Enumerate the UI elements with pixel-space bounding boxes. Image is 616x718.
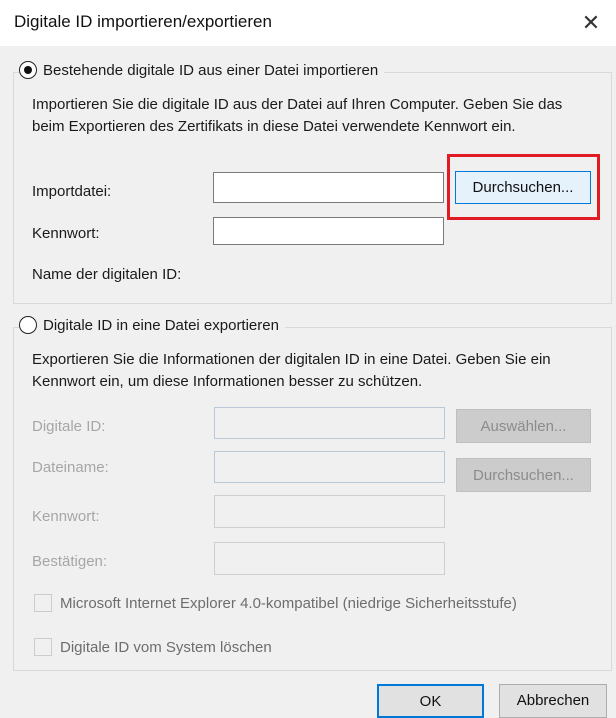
export-radio-option[interactable]: Digitale ID in eine Datei exportieren [19,316,285,334]
import-export-dialog: Digitale ID importieren/exportieren ✕ Be… [0,0,616,718]
import-radio-option[interactable]: Bestehende digitale ID aus einer Datei i… [19,61,385,79]
radio-selected-dot [24,66,32,74]
password-input[interactable] [213,217,444,245]
ie-compat-option: Microsoft Internet Explorer 4.0-kompatib… [34,594,517,612]
delete-id-label: Digitale ID vom System löschen [60,638,272,656]
dialog-title: Digitale ID importieren/exportieren [14,12,272,31]
filename-field [214,451,445,483]
export-radio-button[interactable] [19,316,37,334]
highlight-box [447,154,600,220]
close-icon[interactable]: ✕ [578,10,604,36]
import-file-input[interactable] [213,172,444,203]
import-radio-label: Bestehende digitale ID aus einer Datei i… [43,61,379,79]
ie-compat-checkbox [34,594,52,612]
export-radio-label: Digitale ID in eine Datei exportieren [43,316,279,334]
select-id-button: Auswählen... [456,409,591,443]
import-radio-button[interactable] [19,61,37,79]
export-password-label: Kennwort: [32,508,100,525]
export-password-field [214,495,445,528]
id-name-label: Name der digitalen ID: [32,266,182,283]
password-label: Kennwort: [32,225,100,242]
ok-button[interactable]: OK [377,684,484,718]
digital-id-field [214,407,445,439]
confirm-field [214,542,445,575]
confirm-label: Bestätigen: [32,553,108,570]
import-description: Importieren Sie die digitale ID aus der … [32,96,563,135]
title-bar: Digitale ID importieren/exportieren ✕ [0,0,616,46]
delete-id-option: Digitale ID vom System löschen [34,638,272,656]
export-description: Exportieren Sie die Informationen der di… [32,351,551,390]
import-file-label: Importdatei: [32,183,112,200]
cancel-button[interactable]: Abbrechen [499,684,607,718]
filename-label: Dateiname: [32,459,109,476]
ie-compat-label: Microsoft Internet Explorer 4.0-kompatib… [60,594,517,612]
delete-id-checkbox [34,638,52,656]
export-browse-button: Durchsuchen... [456,458,591,492]
digital-id-label: Digitale ID: [32,418,106,435]
